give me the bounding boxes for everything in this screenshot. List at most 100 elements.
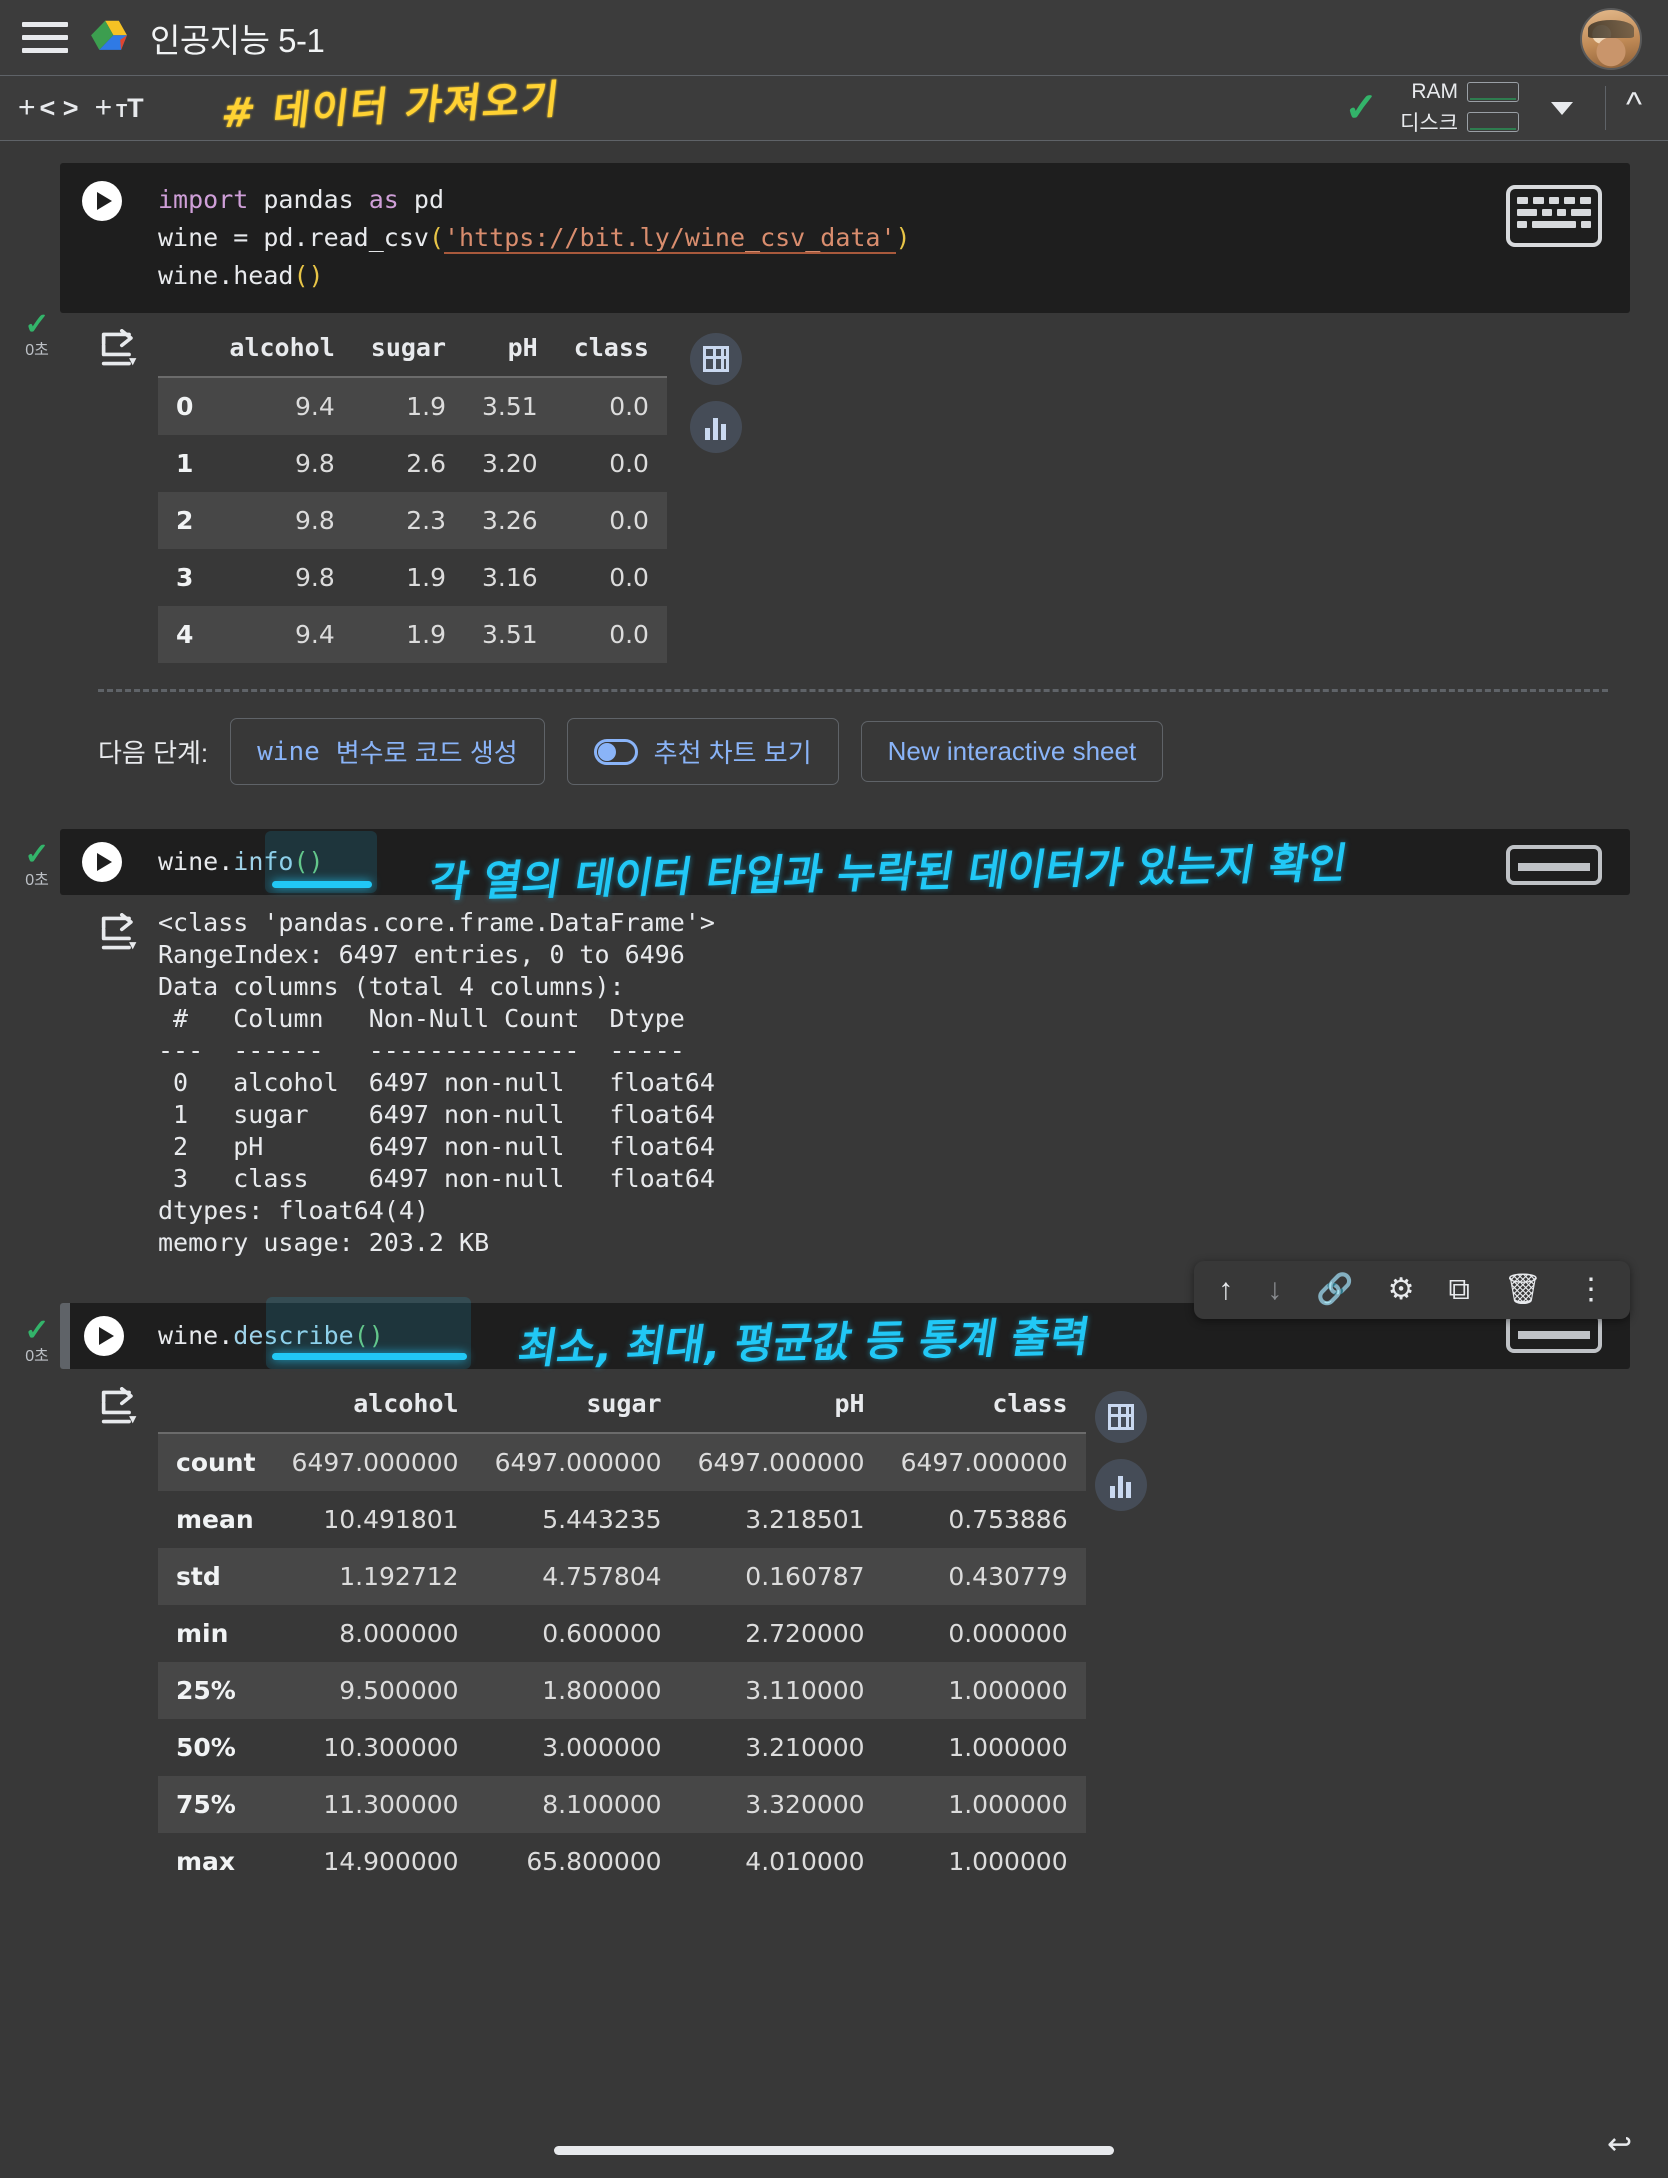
run-cell-icon[interactable] (82, 181, 122, 221)
chevron-down-icon[interactable] (1551, 101, 1574, 115)
table-cell: 8.100000 (542, 1790, 662, 1819)
code-cell-3: ✓ 0초 ↑ ↓ 🔗 ⚙ ⧉ 🗑 ⋮ wine.describe() 최소, 최… (0, 1261, 1668, 1890)
head-table: alcohol sugar pH class 0 9.4 1.9 3.51 0.0 1 9.8 2.… (158, 325, 667, 663)
column-header: class (992, 1389, 1068, 1418)
describe-table: alcohol sugar pH class count 6497.000000 6497… (158, 1381, 1086, 1890)
cell-2-exec-time: 0초 (25, 872, 49, 889)
table-cell: 10.300000 (323, 1733, 459, 1762)
table-cell: 1.000000 (948, 1733, 1068, 1762)
resource-usage-indicator[interactable]: RAM 디스크 (1400, 80, 1520, 137)
table-cell: 3.20 (482, 449, 538, 478)
add-text-cell-button[interactable]: + TT (95, 93, 144, 124)
column-header: alcohol (353, 1389, 459, 1418)
new-interactive-sheet-button[interactable]: New interactive sheet (860, 721, 1164, 782)
cell-1-exec-time: 0초 (25, 342, 49, 359)
table-cell: 3.16 (482, 563, 538, 592)
table-row: 2 9.8 2.3 3.26 0.0 (158, 492, 667, 549)
row-index: 0 (176, 392, 194, 421)
table-cell: 9.500000 (339, 1676, 459, 1705)
table-cell: 6497.000000 (291, 1448, 459, 1477)
table-cell: 0.0 (609, 449, 649, 478)
plus-icon: + (94, 91, 113, 124)
table-cell: 2.6 (406, 449, 447, 478)
run-cell-icon[interactable] (84, 1316, 124, 1356)
code-token: pd (398, 185, 444, 214)
table-cell: 1.9 (406, 620, 447, 649)
keyboard-icon[interactable] (1506, 1313, 1602, 1353)
mirror-cell-icon[interactable]: ⧉ (1448, 1275, 1469, 1305)
code-paren: () (293, 261, 324, 290)
cell-2-editor[interactable]: wine.info() 각 열의 데이터 타입과 누락된 데이터가 있는지 확인 (60, 829, 1630, 907)
cell-1-code[interactable]: import pandas as pd wine = pd.read_csv('… (60, 163, 1630, 313)
generate-code-button[interactable]: wine 변수로 코드 생성 (230, 718, 545, 785)
table-cell: 14.900000 (323, 1847, 459, 1876)
table-row: 3 9.8 1.9 3.16 0.0 (158, 549, 667, 606)
trash-icon[interactable]: 🗑 (1504, 1275, 1542, 1305)
row-index: 1 (176, 449, 194, 478)
row-index: 2 (176, 506, 194, 535)
code-string-url: 'https://bit.ly/wine_csv_data' (444, 223, 896, 254)
interactive-sheet-icon[interactable] (690, 333, 742, 385)
table-cell: 3.320000 (745, 1790, 865, 1819)
table-row: 0 9.4 1.9 3.51 0.0 (158, 377, 667, 435)
table-cell: 2.720000 (745, 1619, 865, 1648)
disk-label: 디스크 (1400, 111, 1459, 135)
table-cell: 3.26 (482, 506, 538, 535)
table-cell: 6497.000000 (900, 1448, 1068, 1477)
output-expand-icon[interactable] (98, 913, 142, 953)
suggested-chart-icon[interactable] (1095, 1459, 1147, 1511)
next-steps-divider (98, 689, 1608, 692)
notebook-body: ✓ 0초 import pandas as pd wine = pd.read_… (0, 141, 1668, 1890)
column-header: sugar (370, 333, 447, 362)
app-header: 인공지능 5-1 (0, 0, 1668, 75)
code-keyword-as: as (368, 185, 399, 214)
cell-action-toolbar: ↑ ↓ 🔗 ⚙ ⧉ 🗑 ⋮ (1194, 1261, 1630, 1319)
chevron-up-icon[interactable]: ^ (1626, 86, 1642, 125)
keyboard-icon[interactable] (1506, 185, 1602, 247)
table-cell: 3.210000 (745, 1733, 865, 1762)
table-row: min 8.000000 0.600000 2.720000 0.000000 (158, 1605, 1086, 1662)
cell-3-exec-time: 0초 (25, 1348, 49, 1365)
column-header: pH (507, 333, 538, 362)
avatar[interactable] (1580, 8, 1642, 70)
link-icon[interactable]: 🔗 (1316, 1275, 1353, 1305)
suggested-chart-icon[interactable] (690, 401, 742, 453)
table-cell: 0.160787 (745, 1562, 865, 1591)
code-token: wine.head (158, 261, 294, 290)
gear-icon[interactable]: ⚙ (1388, 1275, 1415, 1305)
add-code-cell-button[interactable]: + < > (18, 93, 79, 124)
row-index: 3 (176, 563, 194, 592)
interactive-sheet-icon[interactable] (1095, 1391, 1147, 1443)
arrow-up-icon[interactable]: ↑ (1218, 1275, 1233, 1305)
handwritten-annotation-describe: 최소, 최대, 평균값 등 통계 출력 (514, 1312, 1094, 1373)
disk-bar (1467, 111, 1520, 132)
column-header: sugar (586, 1389, 662, 1418)
back-gesture-icon[interactable]: ↪ (1607, 2127, 1632, 2162)
table-cell: 10.491801 (323, 1505, 459, 1534)
table-cell: 4.010000 (745, 1847, 865, 1876)
arrow-down-icon[interactable]: ↓ (1267, 1275, 1282, 1305)
cell-1-gutter: ✓ 0초 (8, 308, 66, 360)
run-cell-icon[interactable] (82, 842, 122, 882)
table-cell: 1.192712 (339, 1562, 459, 1591)
more-vertical-icon[interactable]: ⋮ (1576, 1275, 1606, 1305)
keyboard-icon[interactable] (1506, 845, 1602, 885)
head-output-actions (690, 333, 742, 453)
table-cell: 9.4 (295, 620, 335, 649)
table-cell: 3.51 (482, 392, 538, 421)
output-expand-icon[interactable] (98, 1387, 142, 1427)
output-expand-icon[interactable] (98, 329, 142, 369)
view-recommended-charts-button[interactable]: 추천 차트 보기 (566, 718, 839, 785)
table-row: 4 9.4 1.9 3.51 0.0 (158, 606, 667, 663)
connected-check-icon[interactable]: ✓ (1345, 88, 1379, 128)
table-cell: 3.218501 (745, 1505, 865, 1534)
cell-1-editor[interactable]: import pandas as pd wine = pd.read_csv('… (60, 163, 1630, 313)
describe-output-actions (1095, 1391, 1147, 1511)
success-check-icon: ✓ (24, 308, 50, 341)
cell-3-output: alcohol sugar pH class count 6497.000000 6497… (60, 1369, 1668, 1890)
hamburger-menu-icon[interactable] (22, 18, 68, 58)
notebook-title[interactable]: 인공지능 5-1 (150, 14, 325, 62)
next-steps-label: 다음 단계: (98, 738, 209, 768)
ram-bar (1467, 81, 1520, 102)
home-indicator[interactable] (554, 2145, 1114, 2155)
